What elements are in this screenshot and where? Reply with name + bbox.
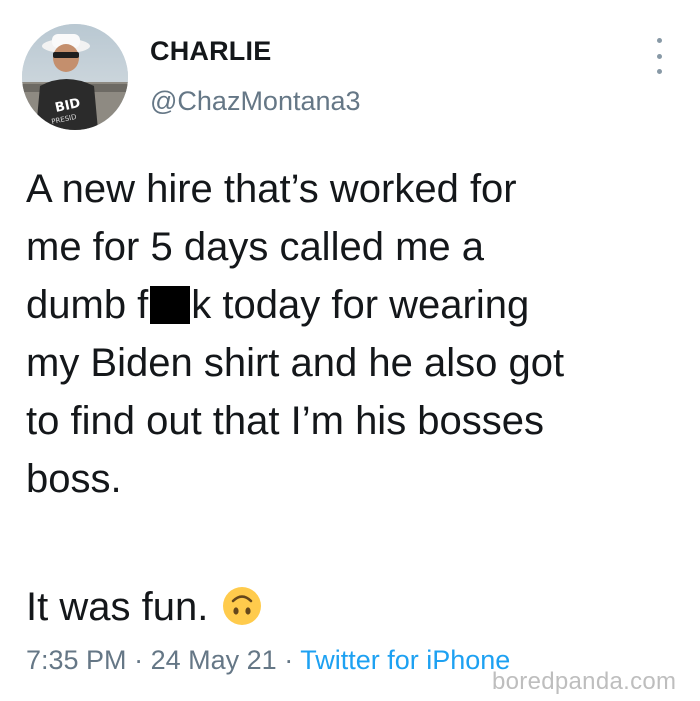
tweet-line: to find out that I’m his bosses bbox=[26, 399, 545, 443]
tweet-line: my Biden shirt and he also got bbox=[26, 341, 565, 385]
avatar-photo: BID PRESID bbox=[22, 24, 128, 130]
tweet-date[interactable]: 24 May 21 bbox=[151, 645, 277, 675]
tweet-line: A new hire that’s worked for bbox=[26, 167, 517, 211]
tweet-line-part: k today for wearing bbox=[191, 283, 530, 327]
avatar[interactable]: BID PRESID bbox=[22, 24, 128, 130]
watermark: boredpanda.com bbox=[492, 668, 677, 695]
tweet-closing-line: It was fun. bbox=[26, 578, 262, 642]
meta-separator: · bbox=[134, 645, 144, 675]
meta-separator: · bbox=[284, 645, 294, 675]
tweet-line-part: dumb f bbox=[26, 283, 149, 327]
tweet-card: BID PRESID CHARLIE @ChazMontana3 A new h… bbox=[0, 0, 700, 701]
tweet-line: dumb f k today for wearing bbox=[26, 276, 686, 334]
upside-down-face-emoji-icon bbox=[222, 584, 262, 642]
tweet-line: boss. bbox=[26, 457, 122, 501]
closing-text: It was fun. bbox=[26, 585, 209, 629]
tweet-meta: 7:35 PM · 24 May 21 · Twitter for iPhone bbox=[26, 645, 510, 676]
user-handle[interactable]: @ChazMontana3 bbox=[150, 86, 361, 117]
tweet-text: A new hire that’s worked for me for 5 da… bbox=[26, 160, 686, 508]
tweet-source-link[interactable]: Twitter for iPhone bbox=[300, 645, 510, 675]
vertical-ellipsis-icon[interactable] bbox=[648, 38, 670, 74]
tweet-line: me for 5 days called me a bbox=[26, 225, 484, 269]
display-name[interactable]: CHARLIE bbox=[150, 36, 271, 67]
tweet-time[interactable]: 7:35 PM bbox=[26, 645, 127, 675]
censor-bar bbox=[150, 286, 191, 324]
